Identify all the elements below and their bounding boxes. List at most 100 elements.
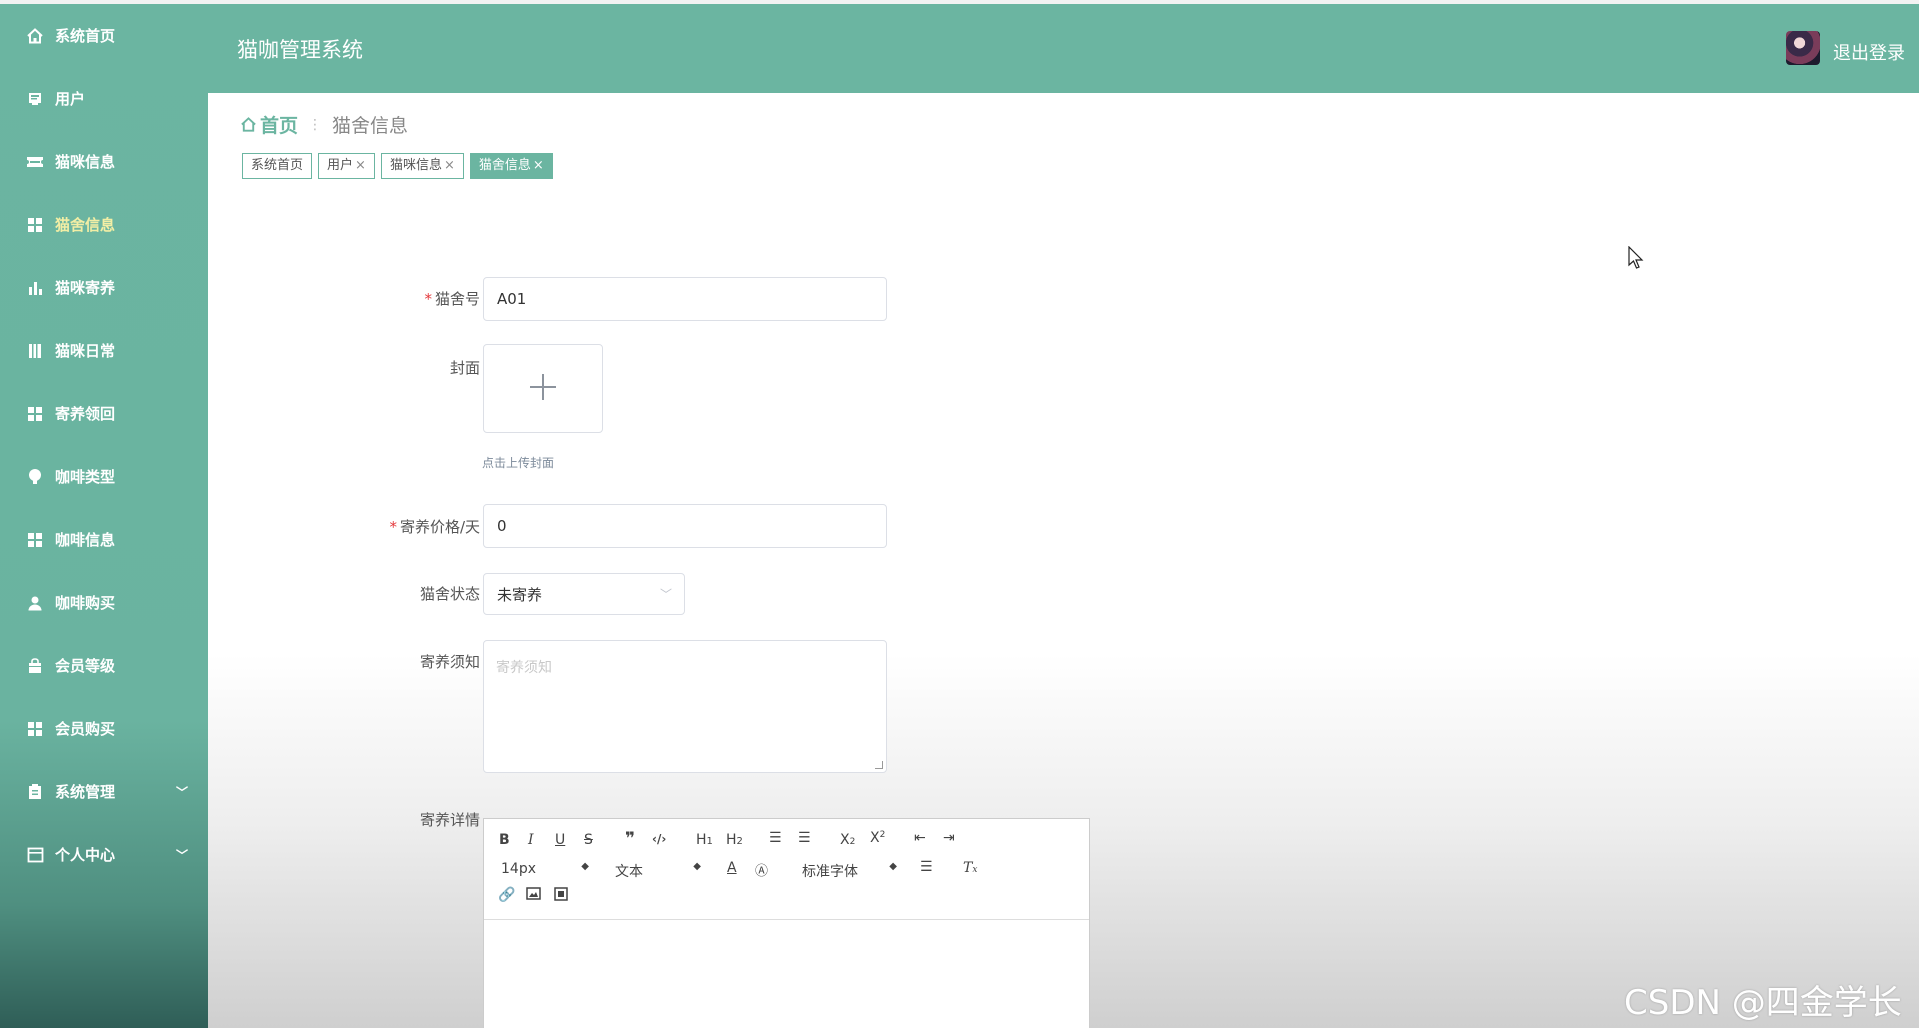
- italic-button[interactable]: I: [528, 832, 534, 848]
- tag-label: 系统首页: [251, 158, 304, 173]
- header-type-select[interactable]: 文本 ◆: [615, 861, 701, 881]
- grid-icon: [26, 405, 44, 423]
- sidebar-item-label: 猫咪信息: [55, 153, 116, 171]
- home-icon: [240, 116, 257, 133]
- bag-icon: [26, 657, 44, 675]
- sidebar-item-label: 咖啡购买: [55, 594, 116, 612]
- sidebar-item-member-level[interactable]: 会员等级: [0, 634, 208, 697]
- close-icon[interactable]: ×: [533, 158, 544, 173]
- tag-cat-info[interactable]: 猫咪信息 ×: [380, 153, 464, 179]
- breadcrumb-current: 猫舍信息: [332, 115, 409, 137]
- price-input[interactable]: 0: [483, 504, 887, 548]
- app-window: 系统首页 用户 猫咪信息 猫舍信息 猫咪寄养 猫咪日常 寄养领回 咖啡类型 咖啡…: [0, 0, 1919, 1028]
- indent-icon[interactable]: ⇥: [943, 830, 955, 846]
- label-text: 寄养详情: [419, 811, 480, 829]
- ordered-list-icon[interactable]: ☰: [769, 830, 782, 846]
- updown-icon: ◆: [581, 861, 589, 872]
- grid-icon: [26, 720, 44, 738]
- ticket-icon: [26, 153, 44, 171]
- watermark: CSDN @四金学长: [1624, 983, 1902, 1023]
- align-icon[interactable]: ☰: [920, 859, 933, 875]
- grid-icon: [26, 531, 44, 549]
- tag-cattery-info[interactable]: 猫舍信息 ×: [469, 153, 553, 179]
- notice-textarea[interactable]: 寄养须知: [483, 640, 887, 773]
- blockquote-button[interactable]: ❞: [625, 829, 635, 849]
- background-color-icon[interactable]: Ⓐ: [755, 860, 768, 879]
- sidebar-item-user[interactable]: 用户: [0, 67, 208, 130]
- cattery-no-label: * 猫舍号: [280, 288, 480, 309]
- close-icon[interactable]: ×: [355, 158, 366, 173]
- label-text: 寄养须知: [419, 653, 480, 671]
- cattery-no-input[interactable]: A01: [483, 277, 887, 321]
- sidebar-item-member-purchase[interactable]: 会员购买: [0, 697, 208, 760]
- person-icon: [26, 594, 44, 612]
- tag-label: 猫咪信息: [389, 158, 442, 173]
- close-icon[interactable]: ×: [444, 158, 455, 173]
- sidebar-item-label: 用户: [55, 90, 86, 108]
- font-size-select[interactable]: 14px ◆: [501, 861, 589, 877]
- sidebar-item-coffee-purchase[interactable]: 咖啡购买: [0, 571, 208, 634]
- cover-upload[interactable]: [483, 344, 603, 433]
- strike-button[interactable]: S: [584, 832, 593, 848]
- breadcrumb-home[interactable]: 首页: [240, 111, 298, 138]
- link-icon[interactable]: 🔗: [498, 887, 515, 903]
- sidebar-item-cattery-info[interactable]: 猫舍信息: [0, 193, 208, 256]
- tag-home[interactable]: 系统首页: [242, 153, 313, 179]
- tag-user[interactable]: 用户 ×: [318, 153, 375, 179]
- sidebar-item-coffee-info[interactable]: 咖啡信息: [0, 508, 208, 571]
- sidebar-item-label: 猫咪日常: [55, 342, 116, 360]
- header1-button[interactable]: H1: [696, 832, 713, 848]
- sidebar-item-cat-daily[interactable]: 猫咪日常: [0, 319, 208, 382]
- logout-button[interactable]: 退出登录: [1833, 39, 1905, 65]
- font-color-icon[interactable]: A: [727, 860, 737, 876]
- required-mark: *: [389, 518, 397, 536]
- clear-format-icon[interactable]: Tx: [963, 860, 977, 876]
- outdent-icon[interactable]: ⇤: [914, 830, 926, 846]
- select-value: 标准字体: [802, 864, 858, 880]
- sidebar-item-label: 寄养领回: [55, 405, 116, 423]
- label-text: 封面: [449, 359, 480, 377]
- sidebar-item-label: 咖啡类型: [55, 468, 116, 486]
- price-label: * 寄养价格/天: [280, 516, 480, 537]
- sidebar-item-system-management[interactable]: 系统管理 ﹀: [0, 760, 208, 823]
- code-button[interactable]: ‹/›: [652, 832, 666, 846]
- updown-icon: ◆: [693, 861, 701, 872]
- sidebar-item-boarding-return[interactable]: 寄养领回: [0, 382, 208, 445]
- underline-button[interactable]: U: [555, 832, 565, 848]
- tag-label: 用户: [327, 158, 354, 173]
- detail-label: 寄养详情: [280, 809, 480, 830]
- bold-button[interactable]: B: [499, 832, 510, 848]
- bar-chart-icon: [26, 279, 44, 297]
- font-family-select[interactable]: 标准字体 ◆: [802, 861, 897, 881]
- video-icon[interactable]: [554, 887, 568, 905]
- chevron-down-icon: ﹀: [175, 848, 188, 862]
- image-icon[interactable]: [526, 887, 541, 904]
- status-label: 猫舍状态: [280, 583, 480, 604]
- sidebar-item-cat-boarding[interactable]: 猫咪寄养: [0, 256, 208, 319]
- sidebar-item-personal-center[interactable]: 个人中心 ﹀: [0, 823, 208, 886]
- subscript-button[interactable]: X2: [840, 832, 855, 848]
- status-select[interactable]: 未寄养 ﹀: [483, 573, 685, 615]
- sidebar-item-cat-info[interactable]: 猫咪信息: [0, 130, 208, 193]
- resize-handle[interactable]: [875, 761, 883, 769]
- book-icon: [26, 342, 44, 360]
- input-value: 0: [497, 517, 507, 535]
- header2-button[interactable]: H2: [726, 832, 743, 848]
- select-value: 14px: [501, 861, 536, 877]
- avatar[interactable]: [1786, 31, 1820, 65]
- bulb-icon: [26, 468, 44, 486]
- app-title: 猫咖管理系统: [237, 38, 363, 62]
- cover-label: 封面: [280, 357, 480, 378]
- sidebar-item-label: 会员购买: [55, 720, 116, 738]
- label-text: 寄养价格/天: [399, 518, 480, 536]
- clipboard-icon: [26, 783, 44, 801]
- sidebar-item-home[interactable]: 系统首页: [0, 4, 208, 67]
- cover-upload-hint: 点击上传封面: [482, 456, 555, 470]
- rich-text-editor: B I U S ❞ ‹/› H1 H2 ☰ ☰ X2 X2 ⇤ ⇥ 14px ◆ …: [483, 818, 1090, 1028]
- bullet-list-icon[interactable]: ☰: [798, 830, 811, 846]
- select-value: 文本: [615, 864, 643, 880]
- sidebar-item-coffee-type[interactable]: 咖啡类型: [0, 445, 208, 508]
- superscript-button[interactable]: X2: [870, 830, 885, 846]
- mouse-cursor-icon: [1628, 245, 1644, 274]
- label-text: 猫舍号: [434, 290, 480, 308]
